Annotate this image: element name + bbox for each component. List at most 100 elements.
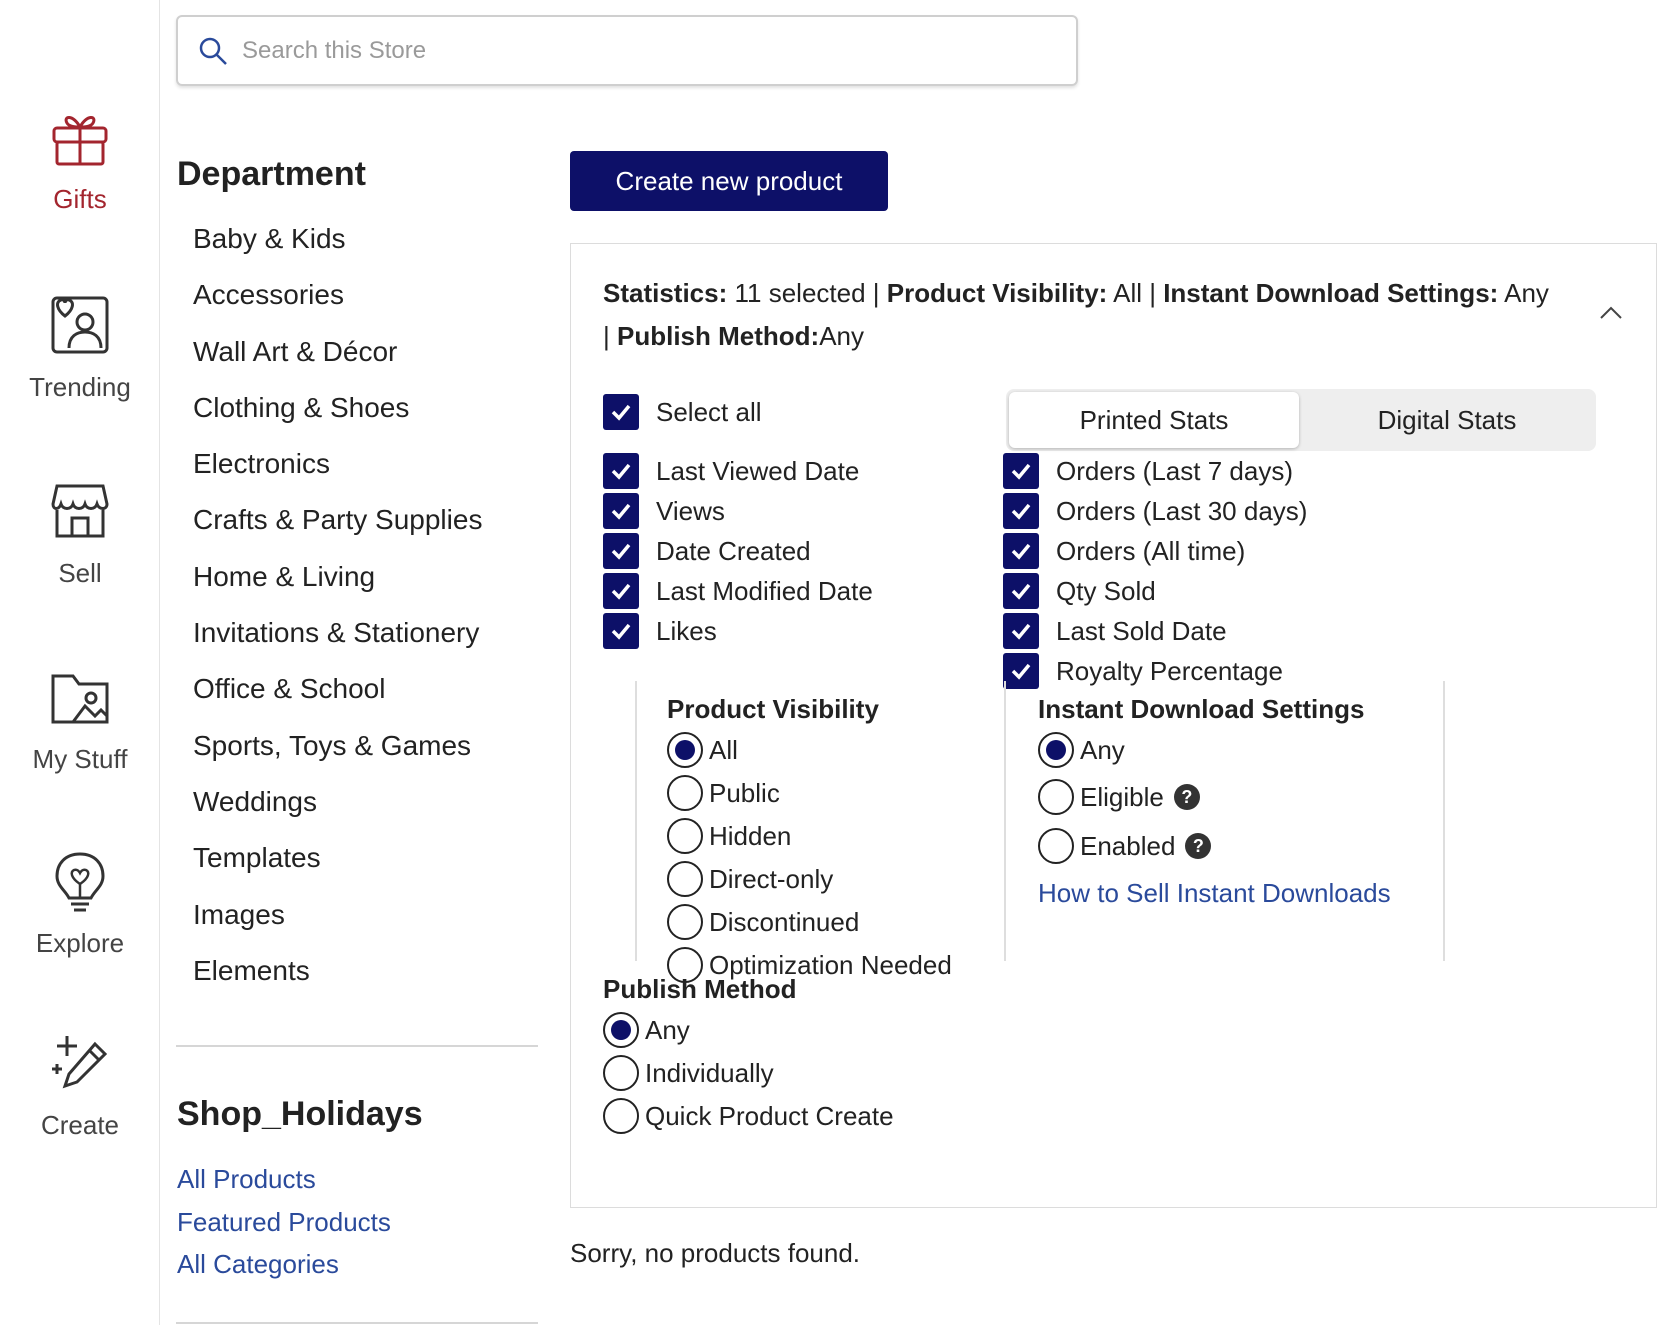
nav-create-label: Create [40,1110,120,1140]
summary-download-value: Any [1498,278,1549,308]
visibility-radio-discontinued[interactable]: Discontinued [667,904,859,940]
left-nav-rail: Gifts Trending Sell My Stuff Explore Cre… [0,0,160,1325]
summary-publish-prefix: | [603,321,617,351]
department-item[interactable]: Office & School [193,665,482,721]
stats-tabs: Printed Stats Digital Stats [1006,389,1596,451]
department-item[interactable]: Clothing & Shoes [193,384,482,440]
checkbox-checked-icon [1003,613,1039,649]
nav-sell[interactable]: Sell [0,478,160,589]
department-list: Baby & Kids Accessories Wall Art & Décor… [193,215,482,1003]
department-item[interactable]: Crafts & Party Supplies [193,496,482,552]
search-input[interactable] [242,36,1042,65]
radio-label: Any [645,1014,690,1045]
radio-label: All [709,734,738,765]
help-icon[interactable]: ? [1173,784,1200,810]
summary-visibility-label: Product Visibility: [886,278,1108,308]
stat-checkbox-views[interactable]: Views [603,493,725,529]
shop-link-all-categories[interactable]: All Categories [177,1247,391,1290]
department-item[interactable]: Baby & Kids [193,215,482,271]
stat-checkbox-likes[interactable]: Likes [603,613,717,649]
radio-label: Hidden [709,820,792,851]
visibility-radio-hidden[interactable]: Hidden [667,818,791,854]
nav-my-stuff[interactable]: My Stuff [0,668,160,775]
visibility-radio-direct-only[interactable]: Direct-only [667,861,833,897]
stat-checkbox-label: Qty Sold [1056,575,1156,606]
sidebar-divider [176,1322,538,1324]
publish-method-heading: Publish Method [603,974,797,1004]
department-item[interactable]: Electronics [193,440,482,496]
radio-empty-icon [603,1098,639,1134]
download-radio-any[interactable]: Any [1038,732,1125,768]
search-icon [199,37,227,65]
radio-empty-icon [1038,779,1074,815]
stat-checkbox-qty-sold[interactable]: Qty Sold [1003,573,1156,609]
department-item[interactable]: Weddings [193,778,482,834]
radio-label: Individually [645,1057,774,1088]
shop-heading: Shop_Holidays [177,1095,423,1133]
checkbox-checked-icon [603,493,639,529]
publish-radio-any[interactable]: Any [603,1012,690,1048]
radio-selected-icon [667,732,703,768]
stat-checkbox-orders-7-days[interactable]: Orders (Last 7 days) [1003,453,1293,489]
how-to-sell-instant-downloads-link[interactable]: How to Sell Instant Downloads [1038,878,1391,909]
nav-create[interactable]: Create [0,1030,160,1141]
create-new-product-button[interactable]: Create new product [570,151,888,211]
group-divider [635,681,637,961]
stat-checkbox-royalty-percentage[interactable]: Royalty Percentage [1003,653,1283,689]
visibility-radio-all[interactable]: All [667,732,738,768]
nav-gifts[interactable]: Gifts [0,108,160,215]
group-divider [1004,681,1006,961]
radio-empty-icon [603,1055,639,1091]
download-radio-eligible[interactable]: Eligible? [1038,779,1200,815]
summary-stats-value: 11 selected | [727,278,887,308]
lightbulb-icon [55,852,105,912]
filter-summary[interactable]: Statistics: 11 selected | Product Visibi… [603,272,1563,358]
radio-empty-icon [667,904,703,940]
department-item[interactable]: Invitations & Stationery [193,609,482,665]
department-item[interactable]: Elements [193,947,482,1003]
store-search-bar[interactable] [176,15,1078,86]
stat-checkbox-label: Last Sold Date [1056,615,1227,646]
download-radio-enabled[interactable]: Enabled? [1038,828,1212,864]
nav-trending[interactable]: Trending [0,292,160,403]
chevron-up-icon[interactable] [1599,306,1623,320]
select-all-checkbox[interactable]: Select all [603,394,762,430]
shop-link-all-products[interactable]: All Products [177,1162,391,1205]
stat-checkbox-last-modified-date[interactable]: Last Modified Date [603,573,873,609]
shop-links: All Products Featured Products All Categ… [177,1162,391,1290]
summary-stats-label: Statistics: [603,278,728,308]
stat-checkbox-last-viewed-date[interactable]: Last Viewed Date [603,453,859,489]
stat-checkbox-label: Orders (Last 30 days) [1056,495,1308,526]
department-item[interactable]: Wall Art & Décor [193,328,482,384]
tab-printed-stats[interactable]: Printed Stats [1009,392,1299,448]
shop-link-featured-products[interactable]: Featured Products [177,1205,391,1248]
department-item[interactable]: Sports, Toys & Games [193,722,482,778]
department-item[interactable]: Home & Living [193,553,482,609]
tab-digital-stats[interactable]: Digital Stats [1302,392,1592,448]
stat-checkbox-orders-all-time[interactable]: Orders (All time) [1003,533,1245,569]
stat-checkbox-orders-30-days[interactable]: Orders (Last 30 days) [1003,493,1307,529]
product-visibility-heading: Product Visibility [667,694,879,724]
radio-empty-icon [667,775,703,811]
publish-radio-individually[interactable]: Individually [603,1055,774,1091]
nav-my-stuff-label: My Stuff [32,744,128,774]
department-item[interactable]: Images [193,891,482,947]
publish-radio-quick-product-create[interactable]: Quick Product Create [603,1098,894,1134]
stat-checkbox-last-sold-date[interactable]: Last Sold Date [1003,613,1227,649]
radio-empty-icon [1038,828,1074,864]
checkbox-checked-icon [1003,453,1039,489]
magic-pencil-icon [52,1036,108,1089]
stat-checkbox-date-created[interactable]: Date Created [603,533,811,569]
visibility-radio-public[interactable]: Public [667,775,780,811]
radio-label: Direct-only [709,863,834,894]
stat-checkbox-label: Likes [656,615,717,646]
checkbox-checked-icon [1003,573,1039,609]
department-item[interactable]: Accessories [193,271,482,327]
help-icon[interactable]: ? [1185,833,1212,859]
nav-explore[interactable]: Explore [0,848,160,959]
stat-checkbox-label: Views [656,495,725,526]
department-item[interactable]: Templates [193,834,482,890]
select-all-label: Select all [656,396,762,427]
store-icon [51,484,109,538]
summary-publish-label: Publish Method: [616,321,820,351]
